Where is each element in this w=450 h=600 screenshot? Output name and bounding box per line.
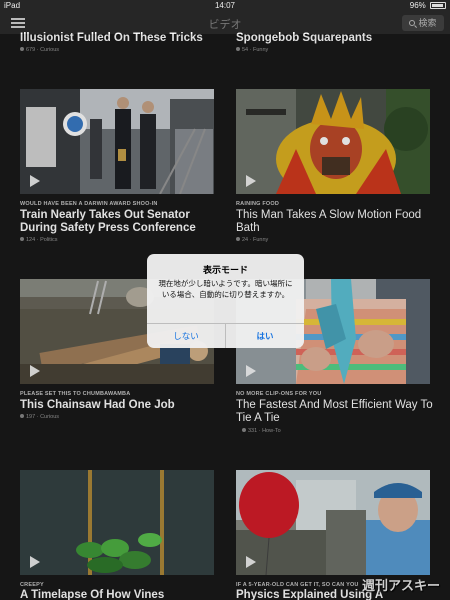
alert-message: 現在地が少し暗いようです。暗い場所にいる場合、自動的に切り替えますか。 [158, 279, 293, 299]
battery-icon [430, 2, 446, 9]
search-icon [409, 20, 416, 26]
clock: 14:07 [214, 1, 236, 10]
watermark: 週刊アスキー [361, 578, 440, 593]
search-button[interactable]: 検索 [402, 15, 444, 31]
status-bar: iPad 14:07 96% [0, 0, 450, 12]
battery-percent: 96% [409, 1, 426, 10]
page-title: ビデオ [208, 19, 242, 31]
cancel-button[interactable]: しない [147, 324, 225, 348]
search-label: 検索 [418, 18, 437, 28]
battery-status: 96% [410, 0, 446, 12]
nav-bar: ビデオ 検索 [0, 12, 450, 34]
alert-title: 表示モード [202, 265, 248, 275]
display-mode-alert: 表示モード 現在地が少し暗いようです。暗い場所にいる場合、自動的に切り替えますか… [147, 254, 304, 348]
confirm-button[interactable]: はい [226, 324, 304, 348]
